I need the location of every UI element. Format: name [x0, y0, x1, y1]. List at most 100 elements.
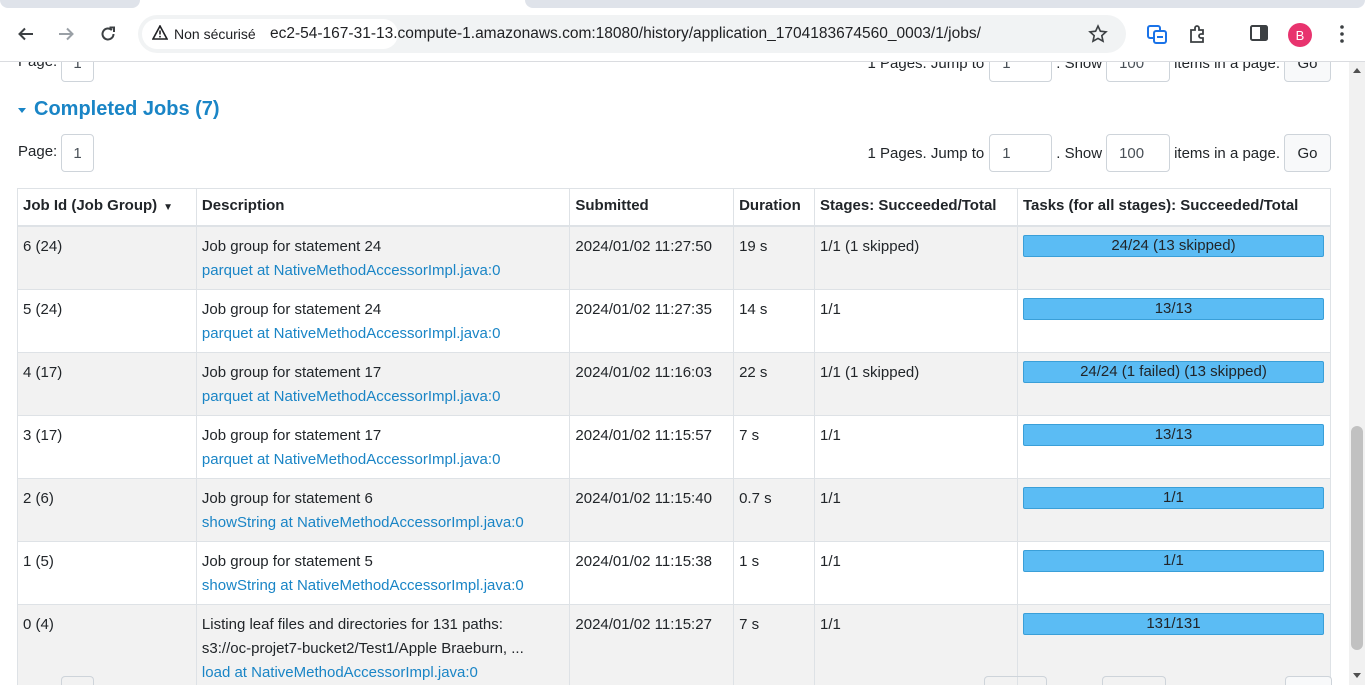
scroll-down-arrow-icon[interactable] [1353, 673, 1361, 678]
header-submitted[interactable]: Submitted [569, 188, 735, 227]
back-button[interactable] [12, 20, 40, 48]
description-cell: Job group for statement 24 parquet at Nat… [195, 225, 571, 290]
security-label: Non sécurisé [174, 26, 256, 42]
items-text: items in a page. [1174, 62, 1280, 72]
bottom-jump-input[interactable] [984, 676, 1047, 685]
submitted-cell: 2024/01/02 11:27:35 [569, 289, 735, 353]
warning-icon [151, 24, 169, 43]
job-id-cell: 3 (17) [17, 415, 197, 479]
job-id-cell: 6 (24) [17, 225, 197, 290]
description-cell: Job group for statement 6 showString at N… [195, 478, 571, 542]
job-callsite-link[interactable]: showString at NativeMethodAccessorImpl.j… [202, 514, 524, 531]
vertical-scrollbar[interactable] [1349, 62, 1365, 685]
tasks-cell: 24/24 (13 skipped) [1016, 225, 1332, 290]
bottom-page-box[interactable] [61, 676, 94, 685]
forward-button[interactable] [52, 20, 80, 48]
duration-cell: 7 s [733, 604, 816, 685]
tasks-progress-label: 13/13 [1154, 300, 1193, 317]
header-description[interactable]: Description [195, 188, 571, 227]
table-row: 1 (5) Job group for statement 5 showString… [17, 541, 1332, 605]
page-number-link[interactable]: 1 [61, 62, 94, 82]
job-callsite-link[interactable]: parquet at NativeMethodAccessorImpl.java… [202, 388, 500, 405]
reload-button[interactable] [94, 20, 122, 48]
pages-text: 1 Pages. Jump to [867, 144, 985, 162]
job-id-cell: 2 (6) [17, 478, 197, 542]
header-job-id[interactable]: Job Id (Job Group) ▼ [17, 188, 197, 227]
job-description: Job group for statement 6 [201, 490, 373, 507]
tasks-progress-label: 24/24 (13 skipped) [1111, 237, 1236, 254]
header-tasks[interactable]: Tasks (for all stages): Succeeded/Total [1016, 188, 1332, 227]
duration-cell: 0.7 s [733, 478, 816, 542]
menu-kebab-icon[interactable] [1330, 22, 1354, 46]
pages-text: 1 Pages. Jump to [867, 62, 985, 72]
tasks-progress-bar: 1/1 [1022, 487, 1324, 509]
job-description: Job group for statement 5 [201, 553, 373, 570]
duration-cell: 7 s [733, 415, 816, 479]
url-text[interactable]: ec2-54-167-31-13.compute-1.amazonaws.com… [270, 25, 981, 43]
submitted-cell: 2024/01/02 11:27:50 [569, 225, 735, 290]
job-description: Job group for statement 17 [201, 364, 382, 381]
page-label: Page: [18, 62, 57, 70]
description-cell: Listing leaf files and directories for 1… [195, 604, 571, 685]
tab-edge-left [0, 0, 140, 8]
reload-icon [101, 26, 115, 41]
section-title: Completed Jobs (7) [34, 98, 220, 120]
header-stages[interactable]: Stages: Succeeded/Total [814, 188, 1018, 227]
translate-extension-icon[interactable] [1145, 22, 1169, 46]
tasks-cell: 13/13 [1016, 415, 1332, 479]
job-callsite-link[interactable]: load at NativeMethodAccessorImpl.java:0 [202, 664, 478, 681]
page-label: Page: [18, 143, 58, 160]
bookmark-star-icon[interactable] [1088, 24, 1110, 46]
job-description: Job group for statement 24 [201, 238, 382, 255]
stages-cell: 1/1 [814, 604, 1018, 685]
header-duration[interactable]: Duration [733, 188, 816, 227]
profile-avatar[interactable]: B [1288, 23, 1312, 47]
job-callsite-link[interactable]: showString at NativeMethodAccessorImpl.j… [202, 577, 524, 594]
submitted-cell: 2024/01/02 11:15:57 [569, 415, 735, 479]
page-size-input[interactable]: 100 [1106, 62, 1171, 82]
job-description: Listing leaf files and directories for 1… [201, 616, 503, 633]
show-text: . Show [1056, 62, 1103, 72]
jump-to-page-input[interactable]: 1 [989, 62, 1053, 82]
jobs-pager: Page: 1 1 Pages. Jump to 1 . Show 100 it… [18, 134, 1331, 172]
duration-cell: 19 s [733, 225, 816, 290]
job-callsite-link[interactable]: parquet at NativeMethodAccessorImpl.java… [202, 325, 500, 342]
tasks-progress-label: 1/1 [1163, 489, 1184, 506]
tasks-cell: 13/13 [1016, 289, 1332, 353]
tasks-progress-label: 131/131 [1146, 615, 1201, 632]
show-text: . Show [1056, 144, 1103, 162]
stages-cell: 1/1 (1 skipped) [814, 352, 1018, 416]
address-bar[interactable]: Non sécurisé ec2-54-167-31-13.compute-1.… [138, 15, 1126, 53]
job-id-cell: 0 (4) [17, 604, 197, 685]
extensions-puzzle-icon[interactable] [1186, 22, 1210, 46]
table-body: 6 (24) Job group for statement 24 parquet … [17, 225, 1332, 685]
duration-cell: 14 s [733, 289, 816, 353]
page-number-link[interactable]: 1 [61, 134, 94, 172]
pager-controls: 1 Pages. Jump to 1 . Show 100 items in a… [867, 134, 1331, 172]
submitted-cell: 2024/01/02 11:15:40 [569, 478, 735, 542]
arrow-left-icon [18, 27, 33, 41]
page-size-input[interactable]: 100 [1106, 134, 1171, 172]
tasks-progress-label: 13/13 [1154, 426, 1193, 443]
stages-cell: 1/1 [814, 478, 1018, 542]
stages-cell: 1/1 [814, 541, 1018, 605]
duration-cell: 1 s [733, 541, 816, 605]
go-button[interactable]: Go [1284, 134, 1331, 172]
collapse-caret-icon [18, 108, 26, 113]
job-id-cell: 5 (24) [17, 289, 197, 353]
bottom-go-button[interactable] [1285, 676, 1332, 685]
table-row: 6 (24) Job group for statement 24 parquet … [17, 225, 1332, 290]
job-callsite-link[interactable]: parquet at NativeMethodAccessorImpl.java… [202, 451, 500, 468]
scrollbar-thumb[interactable] [1351, 426, 1363, 650]
tasks-progress-bar: 24/24 (1 failed) (13 skipped) [1022, 361, 1324, 383]
bottom-page-size-input[interactable] [1102, 676, 1166, 685]
completed-jobs-toggle[interactable]: Completed Jobs (7) [18, 98, 220, 121]
side-panel-icon[interactable] [1248, 22, 1272, 46]
table-row: 2 (6) Job group for statement 6 showString… [17, 478, 1332, 542]
description-cell: Job group for statement 24 parquet at Nat… [195, 289, 571, 353]
go-button[interactable]: Go [1284, 62, 1331, 82]
jump-to-page-input[interactable]: 1 [989, 134, 1053, 172]
scroll-up-arrow-icon[interactable] [1353, 68, 1361, 73]
job-callsite-link[interactable]: parquet at NativeMethodAccessorImpl.java… [202, 262, 500, 279]
job-id-cell: 1 (5) [17, 541, 197, 605]
